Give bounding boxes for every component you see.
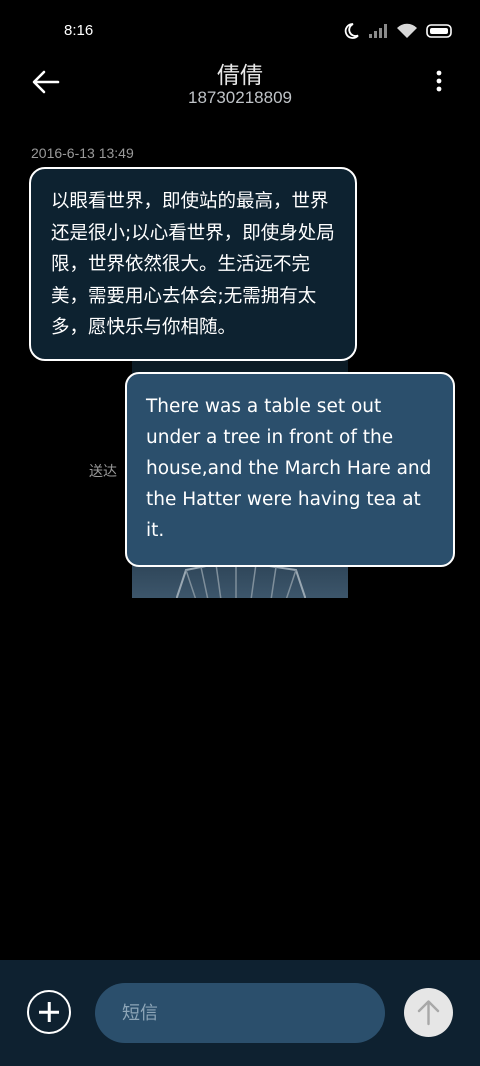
contact-name: 倩倩	[217, 63, 263, 89]
status-time: 8:16	[64, 22, 94, 39]
incoming-message-bubble[interactable]: 以眼看世界，即使站的最高，世界还是很小;以心看世界，即使身处局限，世界依然很大。…	[29, 167, 357, 361]
send-arrow-up-icon	[417, 1000, 440, 1026]
status-icons	[342, 22, 454, 40]
sms-input[interactable]	[95, 983, 385, 1043]
moon-icon	[342, 22, 360, 40]
conversation-header: 倩倩 18730218809	[0, 50, 480, 120]
wifi-icon	[396, 23, 418, 39]
send-button[interactable]	[404, 988, 453, 1037]
composer-bar	[0, 960, 480, 1066]
contact-number: 18730218809	[187, 88, 292, 107]
add-attachment-button[interactable]	[27, 990, 71, 1034]
signal-icon	[368, 23, 388, 39]
message-timestamp: 2016-6-13 13:49	[31, 145, 134, 161]
outgoing-message-bubble[interactable]: There was a table set out under a tree i…	[125, 372, 455, 567]
battery-icon	[426, 24, 454, 38]
more-vertical-icon	[436, 70, 442, 92]
delivery-status: 送达	[89, 464, 117, 480]
more-menu-button[interactable]	[432, 68, 446, 96]
